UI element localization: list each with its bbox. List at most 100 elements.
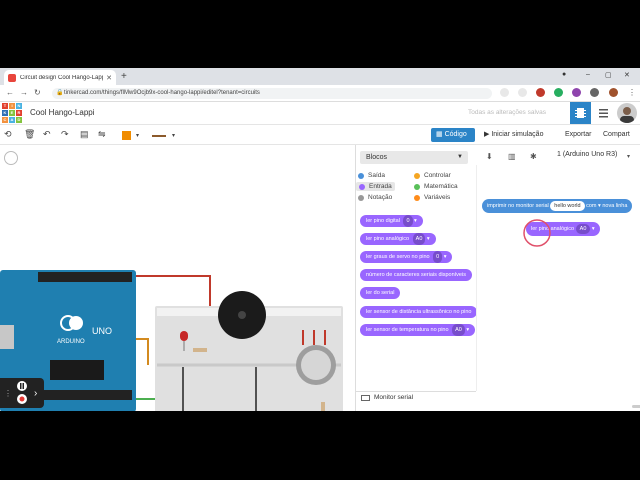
block-arg[interactable]: 0 (433, 251, 443, 263)
code-workspace-header: ⬇ ▥ ✱ 1 (Arduino Uno R3) ▾ (479, 145, 640, 165)
url-input[interactable]: 🔒 tinkercad.com/things/fIMw9Ocjb9x-cool-… (52, 88, 492, 99)
extensions-puzzle-icon[interactable] (590, 88, 599, 97)
block-arg[interactable]: A0 (452, 324, 465, 336)
minimize-icon[interactable]: – (586, 71, 590, 78)
delete-icon[interactable]: 🗑 (24, 129, 35, 140)
rotate-icon[interactable]: ⟲ (4, 129, 12, 140)
close-window-icon[interactable]: ✕ (624, 71, 630, 79)
color-picker-icon[interactable] (122, 131, 131, 140)
share-button[interactable]: Compart (603, 128, 630, 142)
print-serial-block[interactable]: imprimir no monitor serial hello world c… (482, 199, 633, 213)
list-icon (599, 109, 608, 118)
start-simulation-button[interactable]: ▶ Iniciar simulação (484, 128, 543, 142)
tab-search-icon[interactable]: ● (562, 71, 566, 78)
browser-tab[interactable]: Circuit design Cool Hango-Lappi ✕ (4, 70, 116, 85)
category-input[interactable]: Entrada (356, 182, 395, 191)
category-dot-icon (359, 183, 365, 190)
extension-icon[interactable] (536, 88, 545, 97)
device-select-label: 1 (Arduino Uno R3) (557, 151, 618, 158)
blocks-dropdown-label: Blocos (366, 154, 388, 161)
block-label: número de caracteres seriais disponíveis (366, 272, 466, 278)
category-label: Controlar (424, 172, 451, 179)
category-dot-icon (414, 172, 420, 179)
blocks-dropdown[interactable]: Blocos ▼ (360, 151, 468, 164)
circuit-drawing[interactable]: ARDUINO UNO (0, 145, 355, 411)
category-notation[interactable]: Notação (358, 194, 392, 201)
back-icon[interactable]: ← (6, 88, 14, 97)
category-control[interactable]: Controlar (414, 172, 451, 179)
code-icon: ▦ (436, 131, 445, 138)
flip-icon[interactable]: ⇋ (98, 129, 106, 140)
lock-icon: 🔒 (56, 90, 64, 96)
extension-icon-3[interactable] (572, 88, 581, 97)
serial-monitor-button[interactable]: Monitor serial (356, 391, 476, 411)
logo-cell: N (16, 103, 22, 109)
piezo-buzzer[interactable] (218, 291, 266, 339)
upload-icon[interactable]: ▥ (508, 152, 516, 161)
bookmark-star-icon[interactable] (518, 88, 527, 97)
code-button[interactable]: ▦ Código (431, 128, 475, 142)
block-serial-available[interactable]: número de caracteres seriais disponíveis (360, 269, 472, 281)
block-ultrasonic[interactable]: ler sensor de distância ultrassônico no … (360, 306, 478, 318)
code-label: Código (444, 131, 467, 138)
user-avatar[interactable] (617, 103, 637, 123)
cursor-highlight (523, 219, 551, 247)
block-arg[interactable]: 0 (403, 215, 413, 227)
category-math[interactable]: Matemática (414, 183, 458, 190)
recording-icons: › ⋮ (4, 381, 37, 404)
address-bar: ← → ↻ 🔒 tinkercad.com/things/fIMw9Ocjb9x… (0, 85, 640, 102)
horizontal-scrollbar[interactable] (632, 405, 640, 408)
block-arg[interactable]: A0 (412, 233, 426, 245)
new-tab-icon[interactable]: + (121, 70, 127, 83)
block-label: ler sensor de distância ultrassônico no … (366, 309, 472, 315)
block-read-servo[interactable]: ler graus de servo no pino 0 ▾ (360, 251, 453, 263)
wire-type-icon[interactable] (152, 135, 166, 137)
circuit-view-button[interactable] (570, 102, 591, 124)
svg-text:⋮: ⋮ (4, 389, 12, 398)
wire-caret-icon[interactable]: ▾ (172, 131, 175, 142)
block-temperature[interactable]: ler sensor de temperatura no pino A0 ▾ (360, 324, 476, 336)
save-status: Todas as alterações salvas (468, 109, 547, 116)
block-read-analog-pin[interactable]: ler pino analógico A0 ▾ (360, 233, 436, 245)
resistor[interactable] (193, 348, 207, 352)
code-workspace[interactable]: imprimir no monitor serial hello world c… (476, 165, 640, 408)
close-tab-icon[interactable]: ✕ (106, 74, 112, 82)
undo-icon[interactable]: ↶ (43, 129, 51, 140)
category-variables[interactable]: Variáveis (414, 194, 450, 201)
device-select[interactable]: 1 (Arduino Uno R3) (557, 151, 617, 158)
category-dot-icon (414, 183, 420, 190)
extension-icon-2[interactable] (554, 88, 563, 97)
category-output[interactable]: Saída (358, 172, 385, 179)
tinkercad-logo[interactable]: T I N K E R C A D (2, 103, 22, 123)
download-icon[interactable]: ⬇ (486, 152, 493, 161)
chevron-down-icon[interactable]: ▾ (627, 153, 630, 160)
maximize-icon[interactable]: ▢ (605, 71, 612, 79)
browser-menu-icon[interactable]: ⋮ (628, 88, 636, 97)
schematic-view-button[interactable] (593, 102, 614, 124)
export-button[interactable]: Exportar (565, 128, 591, 142)
share-icon[interactable] (500, 88, 509, 97)
redo-icon[interactable]: ↷ (61, 129, 69, 140)
resistor-2[interactable] (321, 402, 325, 411)
debug-icon[interactable]: ✱ (530, 152, 537, 161)
forward-icon[interactable]: → (20, 88, 28, 97)
category-label: Variáveis (424, 194, 451, 201)
block-label: ler pino digital (366, 218, 400, 224)
profile-avatar-icon[interactable] (609, 88, 618, 97)
block-serial-read[interactable]: ler do serial (360, 287, 401, 299)
block-read-digital-pin[interactable]: ler pino digital 0 ▾ (360, 215, 423, 227)
circuit-canvas[interactable]: ARDUINO UNO (0, 145, 355, 411)
block-label: ler graus de servo no pino (366, 254, 430, 260)
user-avatar-icon (620, 107, 634, 123)
logo-cell: E (9, 110, 15, 116)
svg-text:›: › (34, 388, 37, 399)
reload-icon[interactable]: ↻ (34, 88, 41, 97)
newline-label: nova linha (602, 203, 628, 209)
project-name[interactable]: Cool Hango-Lappi (30, 108, 95, 117)
notes-icon[interactable]: ▤ (80, 129, 89, 140)
category-dot-icon (414, 194, 420, 201)
tab-title: Circuit design Cool Hango-Lappi (20, 74, 104, 81)
read-arg[interactable]: A0 (575, 224, 591, 234)
print-text-input[interactable]: hello world (550, 201, 585, 211)
color-caret-icon[interactable]: ▾ (136, 131, 139, 142)
